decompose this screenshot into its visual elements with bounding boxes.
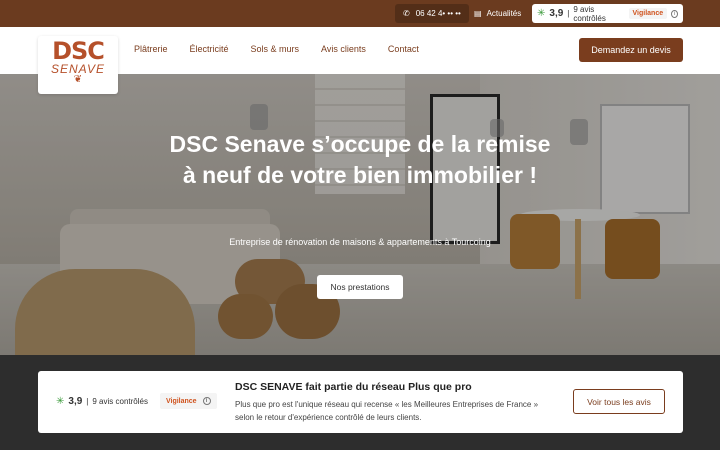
card-vigilance-label: Vigilance — [165, 397, 197, 405]
phone-button[interactable]: ✆ 06 42 4• •• •• — [395, 4, 469, 23]
vigilance-badge: Vigilance — [628, 8, 668, 19]
info-icon[interactable]: i — [202, 397, 211, 405]
nav-item-sols-murs[interactable]: Sols & murs — [251, 44, 300, 54]
main-nav: DSC SENAVE ❦ Plâtrerie Électricité Sols … — [0, 27, 720, 94]
nav-item-electricite[interactable]: Électricité — [190, 44, 229, 54]
card-vigilance-badge: Vigilance i — [159, 393, 217, 409]
top-bar: ✆ 06 42 4• •• •• ▤ Actualités ✳ 3,9 | 9 … — [0, 0, 720, 27]
hero-subtitle: Entreprise de rénovation de maisons & ap… — [229, 237, 491, 247]
news-link[interactable]: ▤ Actualités — [474, 4, 521, 23]
card-rating-score: 3,9 — [68, 395, 83, 407]
nav-item-avis-clients[interactable]: Avis clients — [321, 44, 366, 54]
hero-title: DSC Senave s’occupe de la remise à neuf … — [169, 131, 551, 188]
star-icon: ✳ — [537, 8, 546, 19]
rating-score: 3,9 — [549, 8, 564, 19]
logo-text-dsc: DSC — [52, 37, 105, 65]
rating-separator: | — [86, 396, 89, 406]
nav-links: Plâtrerie Électricité Sols & murs Avis c… — [134, 44, 441, 54]
phone-number: 06 42 4• •• •• — [415, 9, 461, 18]
nav-item-contact[interactable]: Contact — [388, 44, 419, 54]
see-reviews-button[interactable]: Voir tous les avis — [573, 389, 665, 414]
news-label: Actualités — [486, 9, 522, 18]
card-rating-count: 9 avis contrôlés — [92, 396, 148, 406]
card-rating[interactable]: ✳ 3,9 | 9 avis contrôlés Vigilance i — [56, 393, 217, 409]
logo-ornament-icon: ❦ — [73, 74, 83, 85]
newspaper-icon: ▤ — [474, 9, 482, 18]
rating-separator: | — [567, 9, 570, 18]
services-button[interactable]: Nos prestations — [317, 275, 403, 299]
rating-count: 9 avis contrôlés — [573, 4, 606, 23]
hero-section: DSC Senave s’occupe de la remise à neuf … — [0, 74, 720, 355]
plusquepro-card: ✳ 3,9 | 9 avis contrôlés Vigilance i DSC… — [38, 371, 683, 433]
star-icon: ✳ — [56, 395, 65, 407]
quote-button[interactable]: Demandez un devis — [579, 38, 683, 62]
info-icon[interactable]: i — [671, 9, 678, 18]
card-text: Plus que pro est l'unique réseau qui rec… — [235, 400, 539, 422]
card-title: DSC SENAVE fait partie du réseau Plus qu… — [235, 381, 472, 393]
rating-widget[interactable]: ✳ 3,9 | 9 avis contrôlés Vigilance i — [532, 4, 683, 23]
nav-item-platrerie[interactable]: Plâtrerie — [134, 44, 168, 54]
hero-overlay — [0, 74, 720, 355]
logo[interactable]: DSC SENAVE ❦ — [38, 36, 118, 94]
phone-icon: ✆ — [403, 9, 410, 18]
